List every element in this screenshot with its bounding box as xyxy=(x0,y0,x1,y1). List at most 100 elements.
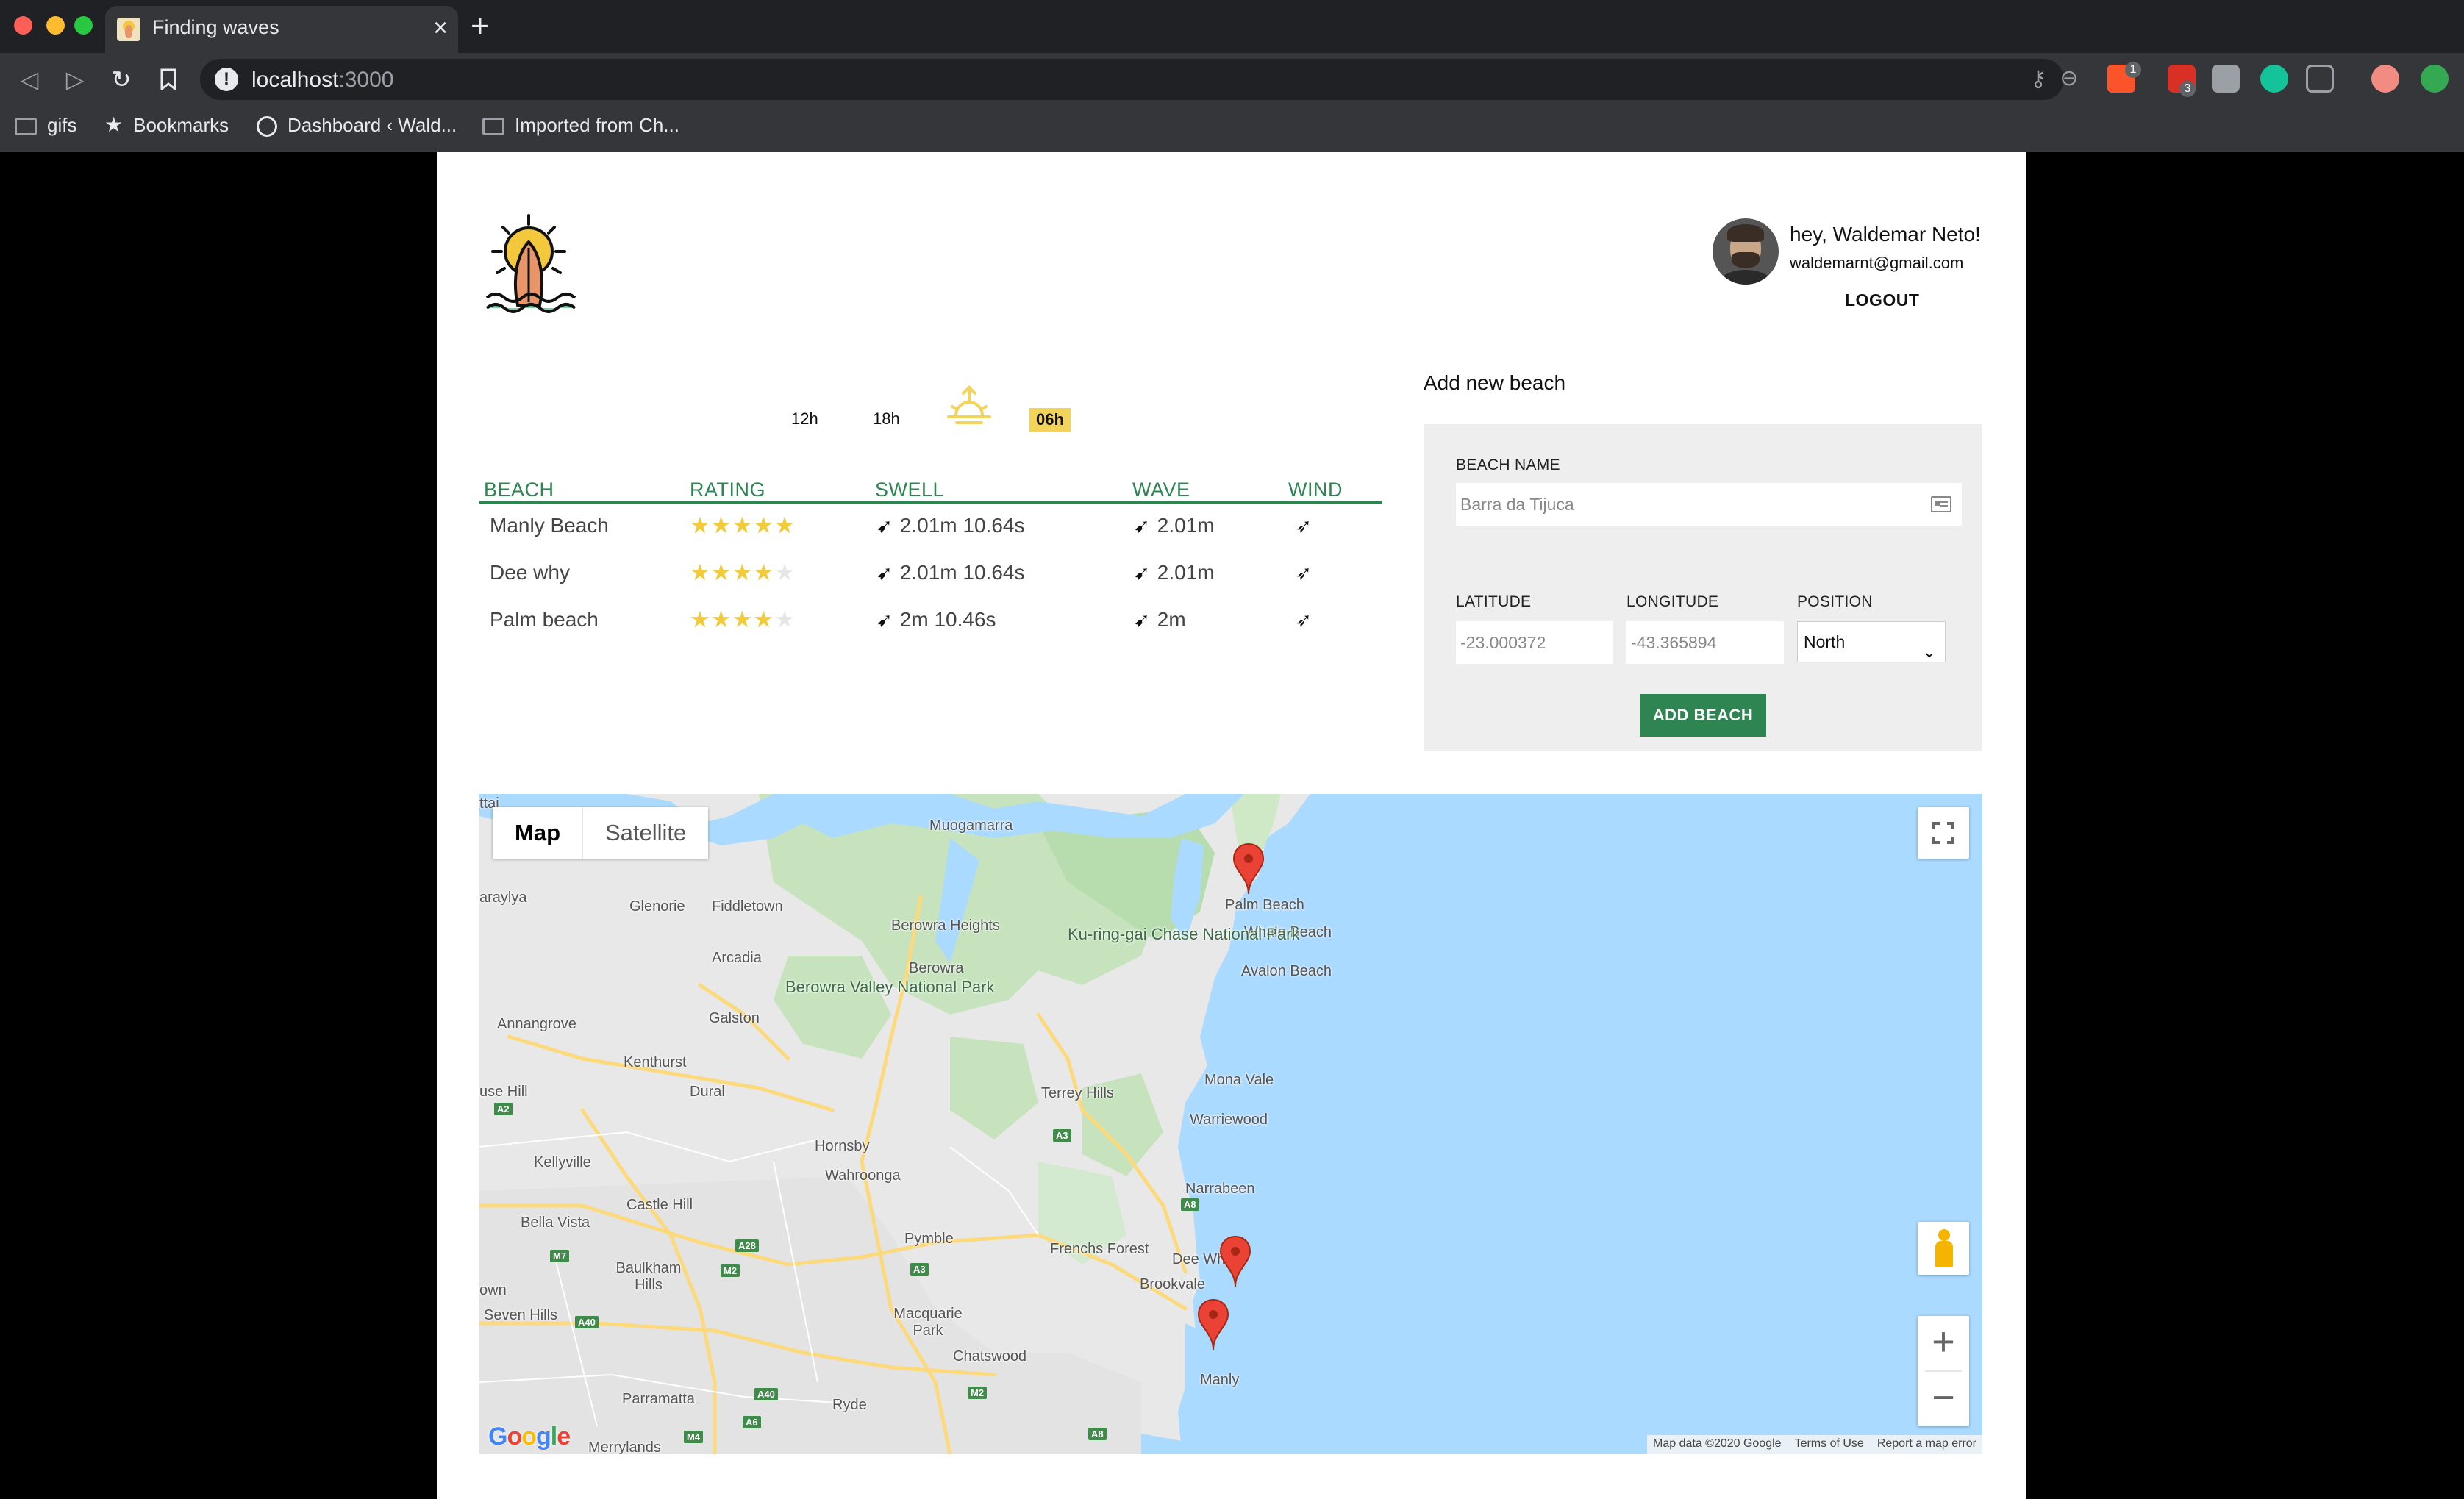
table-row: Dee why ★★★★★★★★★★ ➹ 2.01m 10.64s ➹ 2.01m … xyxy=(479,551,1382,598)
beach-name-label: BEACH NAME xyxy=(1456,457,1560,473)
map-label: Berowra xyxy=(909,960,964,976)
position-selected-value: North xyxy=(1804,632,1846,651)
road-shield: A28 xyxy=(735,1239,759,1252)
map-label: Pymble xyxy=(904,1231,954,1247)
tab-title: Finding waves xyxy=(152,16,279,38)
bookmark-label: Imported from Ch... xyxy=(515,114,679,136)
browser-chrome: Finding waves × + ◁ ▷ ↻ ! localhost:3000… xyxy=(0,0,2464,152)
tab-strip: Finding waves × + xyxy=(0,0,2464,53)
minimize-window-button[interactable] xyxy=(46,16,65,35)
key-icon[interactable]: ⚷ xyxy=(2030,66,2046,92)
map-label: Glenorie xyxy=(629,898,685,915)
logout-button[interactable]: LOGOUT xyxy=(1845,290,1919,310)
position-select[interactable]: North ⌄ xyxy=(1797,621,1946,662)
map-label: Castle Hill xyxy=(626,1197,693,1213)
star-icon: ★ xyxy=(104,113,124,136)
browser-tab[interactable]: Finding waves × xyxy=(105,6,458,53)
map-label: own xyxy=(479,1282,507,1298)
road-shield: A8 xyxy=(1088,1428,1107,1440)
map-type-satellite-button[interactable]: Satellite xyxy=(583,807,708,859)
zoom-out-button[interactable]: − xyxy=(1918,1372,1969,1426)
bookmark-imported[interactable]: Imported from Ch... xyxy=(482,110,679,140)
site-info-icon[interactable]: ! xyxy=(215,68,238,91)
map[interactable]: ttai Muogamarra Palm Beach Whale Beach A… xyxy=(479,794,1982,1454)
url-host: localhost xyxy=(251,68,339,92)
ext-badge: 1 xyxy=(2125,62,2141,78)
time-tab-18h[interactable]: 18h xyxy=(873,409,900,429)
road-shield: A40 xyxy=(575,1316,599,1328)
beach-name-input[interactable] xyxy=(1456,483,1962,526)
sunrise-icon[interactable] xyxy=(946,384,992,427)
terms-of-use-link[interactable]: Terms of Use xyxy=(1795,1437,1864,1450)
folder-icon xyxy=(482,118,504,136)
col-header-beach: BEACH xyxy=(484,479,554,501)
bookmark-gifs[interactable]: gifs xyxy=(15,110,76,140)
user-panel: hey, Waldemar Neto! waldemarnt@gmail.com… xyxy=(1713,218,2007,321)
pocket-icon[interactable] xyxy=(2306,65,2334,93)
bookmark-label: gifs xyxy=(47,114,77,136)
bookmark-icon[interactable] xyxy=(152,63,185,96)
longitude-label: LONGITUDE xyxy=(1626,593,1719,610)
contact-card-icon[interactable] xyxy=(1931,496,1951,512)
url-text: localhost:3000 xyxy=(251,68,393,93)
zoom-icon[interactable]: ⊖ xyxy=(2055,65,2083,93)
swell-cell: ➹ 2.01m 10.64s xyxy=(876,514,1024,537)
pegman-icon xyxy=(1938,1229,1950,1241)
wave-value: 2.01m xyxy=(1157,561,1215,584)
map-label: Macquarie Park xyxy=(893,1306,963,1339)
map-label: Frenchs Forest xyxy=(1050,1241,1149,1257)
address-bar[interactable]: ! localhost:3000 ⚷ xyxy=(200,59,2064,100)
position-label: POSITION xyxy=(1797,593,1873,610)
grammarly-icon[interactable] xyxy=(2260,65,2288,93)
palm-beach-marker[interactable] xyxy=(1232,842,1265,895)
map-attribution: Map data ©2020 Google Terms of Use Report … xyxy=(1647,1435,1982,1454)
dee-why-marker[interactable] xyxy=(1219,1235,1251,1288)
surf-logo-icon xyxy=(485,214,576,313)
maximize-window-button[interactable] xyxy=(74,16,93,35)
street-view-pegman-button[interactable] xyxy=(1918,1222,1969,1275)
map-type-map-button[interactable]: Map xyxy=(493,807,583,859)
new-tab-button[interactable]: + xyxy=(471,10,490,43)
briefcase-icon[interactable] xyxy=(2212,65,2240,93)
close-tab-icon[interactable]: × xyxy=(433,13,448,43)
wave-value: 2m xyxy=(1157,608,1186,631)
map-label: Merrylands xyxy=(588,1439,661,1454)
update-icon[interactable] xyxy=(2421,65,2449,93)
report-map-error-link[interactable]: Report a map error xyxy=(1877,1437,1976,1450)
bookmark-dashboard[interactable]: Dashboard ‹ Wald... xyxy=(257,110,457,140)
map-label-park: Ku-ring-gai Chase National Park xyxy=(1068,925,1300,943)
url-port: :3000 xyxy=(338,68,394,92)
map-label: Fiddletown xyxy=(712,898,783,915)
latitude-label: LATITUDE xyxy=(1456,593,1532,610)
google-logo: Google xyxy=(488,1423,571,1450)
table-header: BEACH RATING SWELL WAVE WIND xyxy=(479,476,1382,504)
time-tab-12h[interactable]: 12h xyxy=(791,409,818,429)
back-icon[interactable]: ◁ xyxy=(13,63,46,96)
map-type-control: Map Satellite xyxy=(493,807,709,859)
map-label: Muogamarra xyxy=(929,818,1013,834)
map-label: Arcadia xyxy=(712,950,762,966)
zoom-in-button[interactable]: + xyxy=(1918,1316,1969,1370)
col-header-swell: SWELL xyxy=(875,479,945,501)
close-window-button[interactable] xyxy=(14,16,32,35)
bookmark-bookmarks[interactable]: ★ Bookmarks xyxy=(104,110,229,140)
latitude-input[interactable] xyxy=(1456,621,1613,664)
globe-icon xyxy=(257,116,277,137)
road-shield: A8 xyxy=(1181,1198,1199,1211)
profile-avatar-icon[interactable] xyxy=(2371,65,2399,93)
reload-icon[interactable]: ↻ xyxy=(105,63,138,96)
add-beach-button[interactable]: ADD BEACH xyxy=(1640,694,1766,737)
time-tab-06h[interactable]: 06h xyxy=(1029,408,1071,432)
forward-icon[interactable]: ▷ xyxy=(59,63,91,96)
map-label: Avalon Beach xyxy=(1241,963,1332,979)
longitude-input[interactable] xyxy=(1626,621,1784,664)
road-shield: M2 xyxy=(721,1264,740,1277)
map-label: Terrey Hills xyxy=(1041,1085,1114,1101)
road-shield: M4 xyxy=(684,1431,704,1443)
map-label: Dural xyxy=(690,1084,725,1100)
manly-beach-marker[interactable] xyxy=(1197,1298,1229,1351)
map-label: Annangrove xyxy=(497,1016,576,1032)
fullscreen-button[interactable] xyxy=(1918,807,1969,859)
col-header-wind: WIND xyxy=(1288,479,1343,501)
swell-cell: ➹ 2.01m 10.64s xyxy=(876,561,1024,584)
